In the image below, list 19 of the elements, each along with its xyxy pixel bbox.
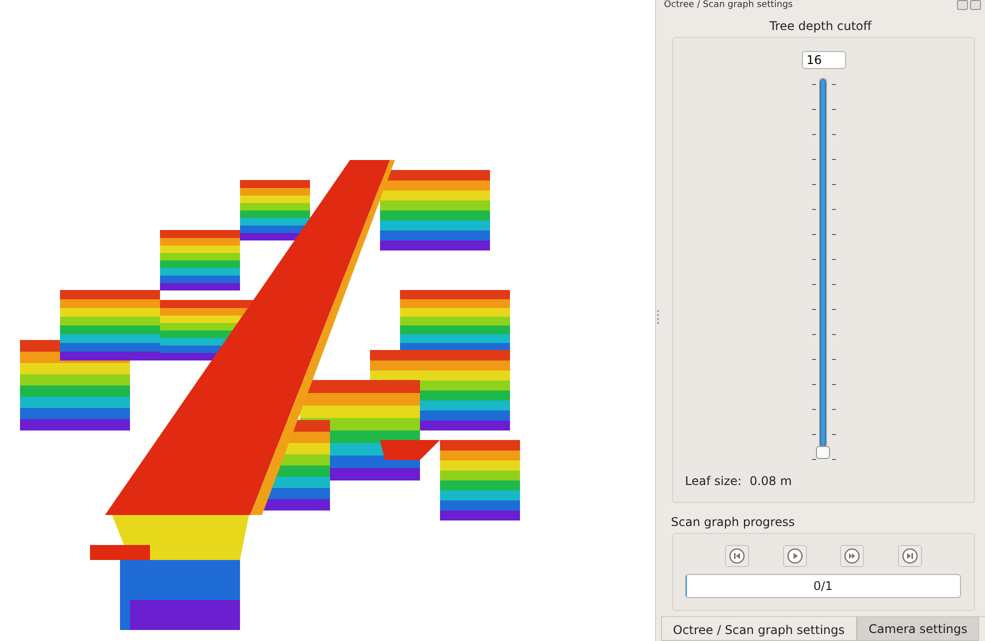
skip-to-start-button[interactable] — [724, 545, 749, 567]
leaf-size-value: 0.08 m — [750, 474, 792, 488]
tab[interactable]: Camera settings — [856, 617, 980, 641]
skip-to-end-button[interactable] — [898, 545, 922, 567]
dock-title: Octree / Scan graph settings — [664, 0, 794, 10]
leaf-size-label: Leaf size: — [685, 474, 742, 488]
play-button[interactable] — [782, 545, 807, 567]
fast-forward-icon — [844, 548, 860, 564]
splitter-handle[interactable] — [657, 310, 661, 324]
fast-forward-button[interactable] — [840, 545, 864, 567]
tab[interactable]: Octree / Scan graph settings — [661, 617, 857, 641]
group-title: Tree depth cutoff — [768, 19, 873, 33]
skip-to-end-icon — [902, 548, 918, 564]
play-icon — [786, 548, 803, 564]
depth-spinbox[interactable]: 16 — [802, 51, 846, 69]
skip-to-start-icon — [728, 548, 745, 564]
progress-text: 0/1 — [813, 579, 833, 593]
slider-handle[interactable] — [816, 446, 830, 459]
group-title: Scan graph progress — [671, 515, 796, 529]
